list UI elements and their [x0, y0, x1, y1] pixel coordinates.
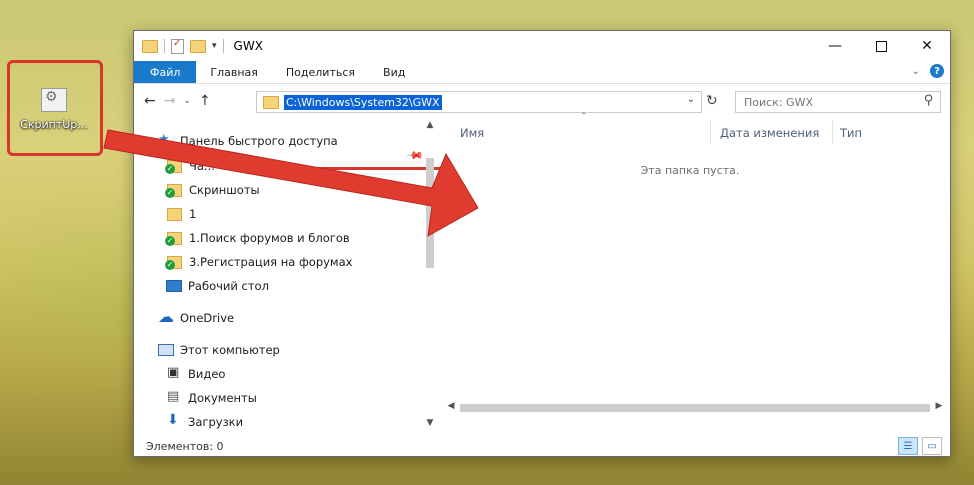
close-button[interactable]: ✕	[904, 31, 950, 61]
nav-label: 1	[189, 207, 197, 221]
nav-item-1[interactable]: 1	[166, 203, 196, 225]
column-divider[interactable]	[710, 120, 711, 144]
new-folder-icon[interactable]	[190, 39, 206, 53]
quick-access-toolbar: ▾	[134, 38, 224, 54]
folder-check-icon	[165, 231, 182, 246]
nav-item-ch[interactable]: Ча...	[165, 155, 215, 177]
expand-ribbon-icon[interactable]: ⌄	[912, 66, 920, 77]
video-icon	[166, 365, 182, 381]
item-count: Элементов: 0	[146, 439, 224, 453]
maximize-icon	[875, 40, 887, 52]
cloud-icon	[158, 307, 174, 326]
empty-folder-message: Эта папка пуста.	[640, 164, 740, 177]
search-box[interactable]: ⚲	[735, 91, 941, 113]
pin-icon[interactable]: 📌	[405, 146, 424, 165]
downloads-icon	[166, 412, 182, 429]
large-icons-view-icon[interactable]: ▭	[922, 437, 942, 455]
nav-onedrive[interactable]: OneDrive	[158, 307, 234, 329]
nav-label: OneDrive	[180, 311, 235, 325]
star-icon	[158, 132, 174, 148]
column-date-modified[interactable]: Дата изменения	[720, 126, 819, 140]
address-toolbar: ← → ⌄ ↑ C:\Windows\System32\GWX ⌄ ↻ ⚲	[134, 84, 950, 170]
column-divider[interactable]	[832, 120, 833, 144]
folder-icon	[263, 95, 279, 109]
nav-label: Скриншоты	[189, 183, 260, 197]
address-bar[interactable]: C:\Windows\System32\GWX ⌄	[256, 91, 702, 113]
back-arrow-icon[interactable]: ←	[144, 93, 156, 109]
column-name[interactable]: Имя	[460, 126, 484, 140]
navigation-pane: Панель быстрого доступа 📌 Ча... Скриншот…	[134, 120, 440, 432]
properties-icon[interactable]	[171, 38, 184, 54]
scroll-down-icon[interactable]: ▼	[424, 418, 436, 432]
nav-item-downloads[interactable]: Загрузки	[166, 411, 243, 433]
tab-file[interactable]: Файл	[134, 61, 197, 83]
column-type[interactable]: Тип	[840, 126, 862, 140]
sort-arrow-icon: ⌃	[580, 112, 588, 122]
address-path[interactable]: C:\Windows\System32\GWX	[284, 94, 442, 110]
nav-label: Этот компьютер	[180, 343, 280, 357]
tab-share[interactable]: Поделиться	[272, 61, 369, 83]
window-controls: — ✕	[812, 31, 950, 61]
nav-scrollbar[interactable]: ▲ ▼	[424, 120, 436, 432]
nav-quick-access[interactable]: Панель быстрого доступа	[158, 130, 338, 152]
nav-label: Документы	[188, 391, 257, 405]
view-switcher: ☰ ▭	[898, 437, 942, 455]
scroll-right-icon[interactable]: ▶	[932, 401, 946, 415]
nav-item-video[interactable]: Видео	[166, 363, 225, 385]
nav-label: 3.Регистрация на форумах	[189, 255, 353, 269]
scroll-left-icon[interactable]: ◀	[444, 401, 458, 415]
documents-icon	[166, 389, 182, 405]
nav-this-pc[interactable]: Этот компьютер	[158, 339, 280, 361]
divider	[164, 39, 165, 53]
divider	[222, 39, 224, 53]
computer-icon	[158, 344, 174, 356]
up-arrow-icon[interactable]: ↑	[199, 93, 211, 109]
nav-label: Видео	[188, 367, 226, 381]
tab-home[interactable]: Главная	[196, 61, 272, 83]
nav-item-forum-registration[interactable]: 3.Регистрация на форумах	[165, 251, 353, 273]
nav-label: Рабочий стол	[188, 279, 269, 293]
column-headers: ⌃ Имя Дата изменения Тип	[440, 112, 940, 146]
window-title: GWX	[233, 39, 263, 53]
scroll-thumb[interactable]	[460, 404, 930, 412]
nav-item-forum-search[interactable]: 1.Поиск форумов и блогов	[165, 227, 350, 249]
minimize-button[interactable]: —	[812, 31, 858, 61]
folder-check-icon	[165, 183, 182, 198]
highlight-box	[7, 60, 103, 156]
nav-label: Панель быстрого доступа	[180, 134, 338, 148]
forward-arrow-icon[interactable]: →	[164, 93, 176, 109]
folder-check-icon	[165, 159, 182, 174]
recent-locations-icon[interactable]: ⌄	[183, 96, 191, 106]
nav-label: Загрузки	[188, 415, 244, 429]
search-icon[interactable]: ⚲	[924, 93, 934, 108]
details-view-icon[interactable]: ☰	[898, 437, 918, 455]
nav-item-desktop[interactable]: Рабочий стол	[166, 275, 269, 297]
file-list-pane: ⌃ Имя Дата изменения Тип Эта папка пуста…	[440, 112, 950, 432]
desktop-icon	[166, 280, 182, 292]
nav-item-documents[interactable]: Документы	[166, 387, 257, 409]
folder-check-icon	[165, 255, 182, 270]
customize-toolbar-icon[interactable]: ▾	[212, 41, 217, 51]
ribbon-tabs: Файл Главная Поделиться Вид ⌄ ?	[134, 61, 950, 84]
nav-label: 1.Поиск форумов и блогов	[189, 231, 350, 245]
help-icon[interactable]: ?	[930, 64, 944, 78]
scroll-up-icon[interactable]: ▲	[424, 120, 436, 134]
explorer-window: ▾ GWX — ✕ Файл Главная Поделиться Вид ⌄ …	[133, 30, 951, 457]
tab-view[interactable]: Вид	[369, 61, 419, 83]
nav-item-screenshots[interactable]: Скриншоты	[165, 179, 260, 201]
maximize-button[interactable]	[858, 31, 904, 61]
status-bar: Элементов: 0 ☰ ▭	[134, 436, 948, 456]
horizontal-scrollbar[interactable]: ◀ ▶	[440, 401, 948, 415]
folder-icon	[167, 207, 182, 221]
chevron-down-icon[interactable]: ⌄	[687, 94, 695, 105]
refresh-icon[interactable]: ↻	[706, 93, 718, 109]
folder-icon	[142, 39, 158, 53]
search-input[interactable]	[742, 94, 916, 110]
nav-label: Ча...	[189, 159, 215, 173]
scroll-thumb[interactable]	[426, 158, 434, 268]
title-bar: ▾ GWX — ✕	[134, 31, 950, 61]
